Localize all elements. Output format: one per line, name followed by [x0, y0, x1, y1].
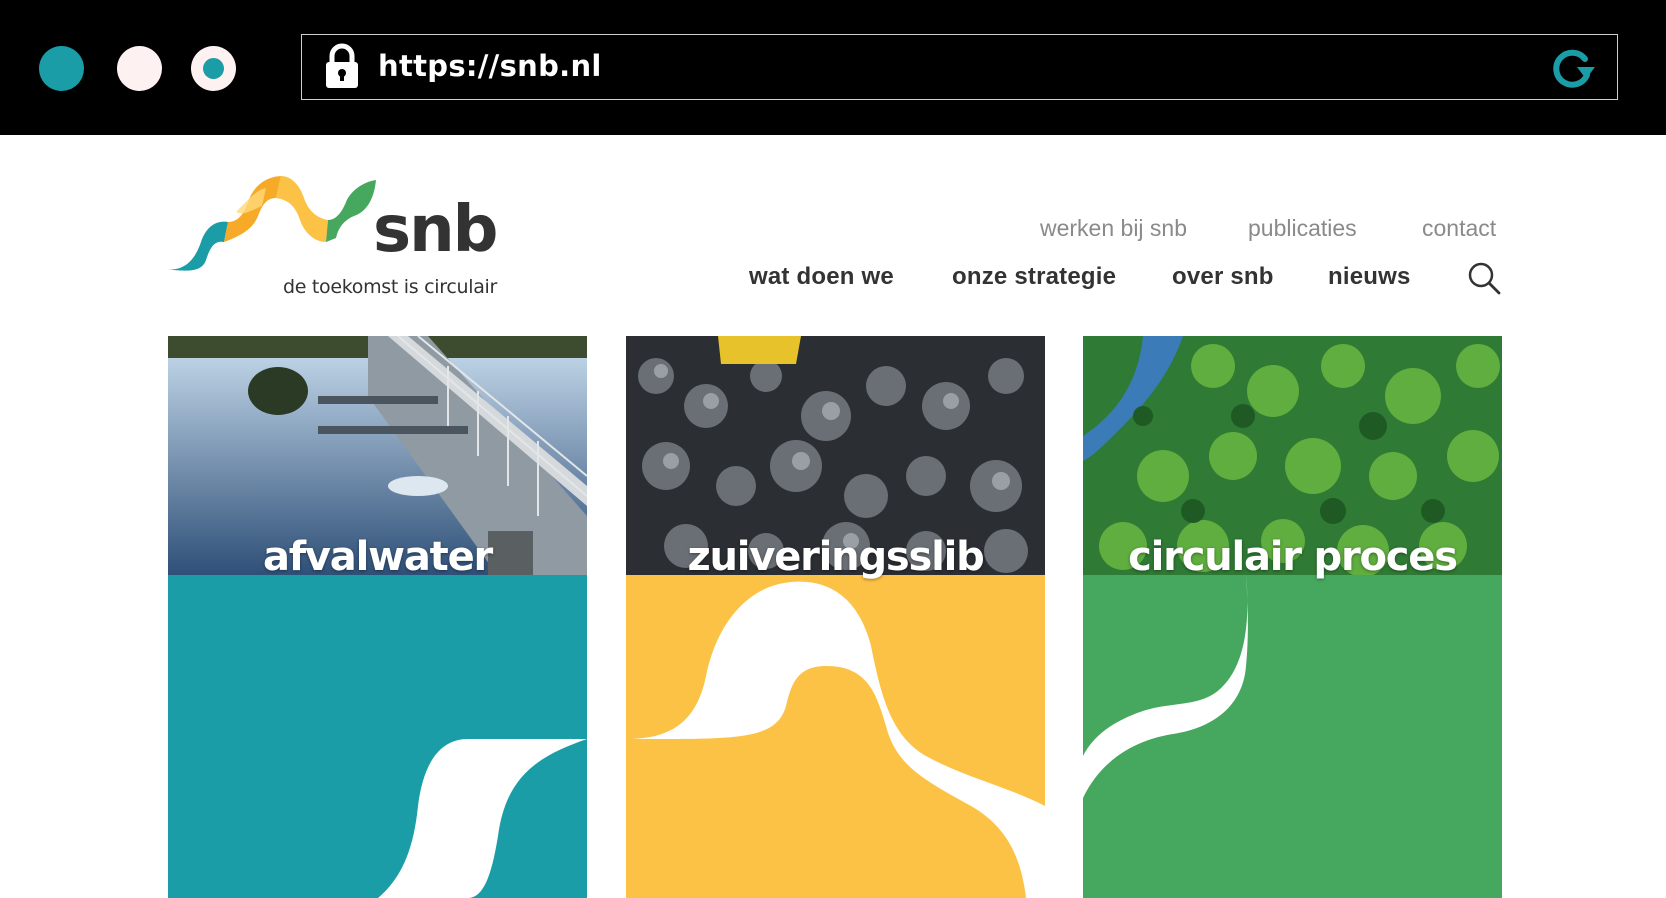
- card-label: circulair proces: [1128, 534, 1458, 580]
- nav-contact[interactable]: contact: [1422, 215, 1496, 242]
- nav-over-snb[interactable]: over snb: [1172, 263, 1274, 291]
- logo-wordmark: snb: [373, 193, 498, 267]
- nav-publicaties[interactable]: publicaties: [1248, 215, 1357, 242]
- nav-onze-strategie[interactable]: onze strategie: [952, 263, 1116, 291]
- browser-chrome: https://snb.nl: [0, 0, 1666, 135]
- window-maximize-dot[interactable]: [191, 46, 236, 91]
- window-close-dot[interactable]: [39, 46, 84, 91]
- wave-shape: [378, 739, 587, 898]
- card-circulair-proces[interactable]: circulair proces: [1083, 336, 1502, 898]
- nav-wat-doen-we[interactable]: wat doen we: [749, 263, 894, 291]
- nav-werken-bij-snb[interactable]: werken bij snb: [1040, 215, 1187, 242]
- lock-icon: [326, 43, 358, 88]
- logo-tagline: de toekomst is circulair: [283, 276, 498, 298]
- logo-wave-mark: [166, 176, 376, 271]
- card-label: afvalwater: [262, 534, 493, 580]
- site-logo[interactable]: snb de toekomst is circulair: [166, 172, 506, 302]
- nav-nieuws[interactable]: nieuws: [1328, 263, 1411, 291]
- wave-shape: [626, 581, 1045, 898]
- card-zuiveringsslib[interactable]: zuiveringsslib: [626, 336, 1045, 898]
- card-label: zuiveringsslib: [687, 534, 984, 580]
- address-bar[interactable]: https://snb.nl: [301, 34, 1618, 100]
- search-icon[interactable]: [1466, 260, 1502, 296]
- wave-shape: [1083, 575, 1248, 798]
- reload-icon[interactable]: [1547, 45, 1597, 91]
- url-text[interactable]: https://snb.nl: [378, 49, 602, 83]
- card-afvalwater[interactable]: afvalwater: [168, 336, 587, 898]
- window-minimize-dot[interactable]: [117, 46, 162, 91]
